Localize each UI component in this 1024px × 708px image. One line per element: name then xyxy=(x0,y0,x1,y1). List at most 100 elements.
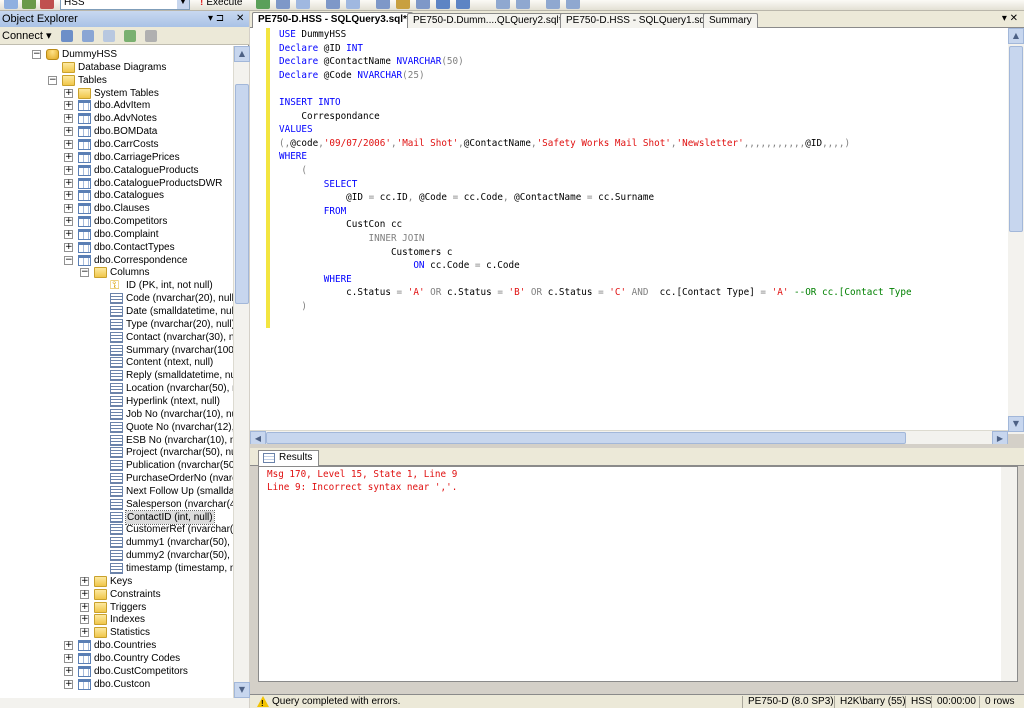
uncomment-icon[interactable] xyxy=(516,0,530,9)
tree-node[interactable]: + dbo.CarriagePrices xyxy=(0,151,233,164)
tree-node[interactable]: PurchaseOrderNo (nvarchar( xyxy=(0,472,233,485)
scroll-right-icon[interactable]: ▶ xyxy=(992,431,1008,445)
results-to-text-icon[interactable] xyxy=(456,0,470,9)
toolbar-icon[interactable] xyxy=(276,0,290,9)
tree-node[interactable]: + dbo.CarrCosts xyxy=(0,138,233,151)
expand-icon[interactable]: + xyxy=(64,165,73,175)
toolbar-icon[interactable] xyxy=(4,0,18,9)
indent-icon[interactable] xyxy=(546,0,560,9)
scrollbar-thumb[interactable] xyxy=(266,432,906,444)
close-icon[interactable]: ✕ xyxy=(236,11,244,27)
results-pane[interactable]: Msg 170, Level 15, State 1, Line 9 Line … xyxy=(258,466,1018,682)
tree-node[interactable]: + dbo.CustCompetitors xyxy=(0,665,233,678)
expand-icon[interactable]: + xyxy=(64,114,73,124)
tree-node[interactable]: + Statistics xyxy=(0,626,233,639)
expand-icon[interactable]: + xyxy=(64,139,73,149)
database-select[interactable]: HSS ▼ xyxy=(60,0,190,10)
expand-icon[interactable]: + xyxy=(64,242,73,252)
tree-node[interactable]: + dbo.ContactTypes xyxy=(0,241,233,254)
scroll-left-icon[interactable]: ◀ xyxy=(250,431,266,445)
disconnect-icon[interactable] xyxy=(81,30,94,43)
tree-node[interactable]: + Indexes xyxy=(0,613,233,626)
toolbar-icon[interactable] xyxy=(396,0,410,9)
tree-node[interactable]: Location (nvarchar(50), null) xyxy=(0,382,233,395)
close-document-icon[interactable]: ▾ ✕ xyxy=(1002,13,1018,24)
tree-node[interactable]: + dbo.BOMData xyxy=(0,125,233,138)
outdent-icon[interactable] xyxy=(566,0,580,9)
tree-node[interactable]: Project (nvarchar(50), null) xyxy=(0,446,233,459)
tree-node[interactable]: dummy1 (nvarchar(50), null) xyxy=(0,536,233,549)
tree-node[interactable]: Reply (smalldatetime, null) xyxy=(0,369,233,382)
toolbar-icon[interactable] xyxy=(22,0,36,9)
tab-sqlquery1[interactable]: PE750-D.HSS - SQLQuery1.sql* xyxy=(560,13,718,28)
tab-results[interactable]: Results xyxy=(258,450,320,466)
collapse-icon[interactable]: − xyxy=(80,268,89,278)
parse-icon[interactable] xyxy=(256,0,270,9)
tree-node[interactable]: Date (smalldatetime, null) xyxy=(0,305,233,318)
stop-icon[interactable] xyxy=(102,30,115,43)
toolbar-icon[interactable] xyxy=(326,0,340,9)
tree-node[interactable]: timestamp (timestamp, null) xyxy=(0,562,233,575)
expand-icon[interactable]: + xyxy=(64,204,73,214)
tree-node[interactable]: + dbo.AdvItem xyxy=(0,99,233,112)
object-explorer-vertical-scrollbar[interactable]: ▲ ▼ xyxy=(233,46,250,698)
tab-sqlquery2[interactable]: PE750-D.Dumm....QLQuery2.sql* xyxy=(407,13,569,28)
expand-icon[interactable]: + xyxy=(80,576,89,586)
pin-icon[interactable]: ▾ ⊐ xyxy=(208,11,224,27)
tree-node[interactable]: Quote No (nvarchar(12), null xyxy=(0,421,233,434)
editor-vertical-scrollbar[interactable]: ▲ ▼ xyxy=(1008,28,1024,434)
tree-node[interactable]: + dbo.Country Codes xyxy=(0,652,233,665)
object-explorer-horizontal-scrollbar[interactable] xyxy=(0,698,249,708)
tree-node[interactable]: dummy2 (nvarchar(50), null) xyxy=(0,549,233,562)
scroll-up-icon[interactable]: ▲ xyxy=(234,46,250,62)
tree-node[interactable]: + dbo.CatalogueProductsDWR xyxy=(0,177,233,190)
expand-icon[interactable]: + xyxy=(64,666,73,676)
tree-node[interactable]: Hyperlink (ntext, null) xyxy=(0,395,233,408)
expand-icon[interactable]: + xyxy=(64,217,73,227)
tree-node[interactable]: ⚿ ID (PK, int, not null) xyxy=(0,279,233,292)
tree-node[interactable]: + dbo.Competitors xyxy=(0,215,233,228)
tree-node[interactable]: Summary (nvarchar(100), nu xyxy=(0,344,233,357)
editor-horizontal-scrollbar[interactable]: ◀ ▶ xyxy=(250,430,1008,445)
expand-icon[interactable]: + xyxy=(64,653,73,663)
filter-icon[interactable] xyxy=(144,30,157,43)
tree-node[interactable]: − dbo.Correspondence xyxy=(0,254,233,267)
expand-icon[interactable]: + xyxy=(64,178,73,188)
connect-button[interactable]: Connect ▾ xyxy=(2,30,52,42)
expand-icon[interactable]: + xyxy=(64,641,73,651)
tree-node[interactable]: Contact (nvarchar(30), null) xyxy=(0,331,233,344)
tree-node[interactable]: + dbo.Complaint xyxy=(0,228,233,241)
tab-sqlquery3[interactable]: PE750-D.HSS - SQLQuery3.sql* xyxy=(252,12,413,28)
tree-node[interactable]: + System Tables xyxy=(0,87,233,100)
tree-node[interactable]: + dbo.Catalogues xyxy=(0,189,233,202)
expand-icon[interactable]: + xyxy=(64,152,73,162)
results-to-grid-icon[interactable] xyxy=(436,0,450,9)
toolbar-icon[interactable] xyxy=(416,0,430,9)
tree-node[interactable]: + Constraints xyxy=(0,588,233,601)
tree-node[interactable]: − DummyHSS xyxy=(0,48,233,61)
connect-icon[interactable] xyxy=(60,30,73,43)
tree-node[interactable]: + Keys xyxy=(0,575,233,588)
toolbar-icon[interactable] xyxy=(296,0,310,9)
expand-icon[interactable]: + xyxy=(64,191,73,201)
scroll-up-icon[interactable]: ▲ xyxy=(1008,28,1024,44)
refresh-icon[interactable] xyxy=(123,30,136,43)
tree-node[interactable]: Next Follow Up (smalldatetim xyxy=(0,485,233,498)
tree-node[interactable]: + dbo.Clauses xyxy=(0,202,233,215)
toolbar-icon[interactable] xyxy=(346,0,360,9)
expand-icon[interactable]: + xyxy=(64,229,73,239)
expand-icon[interactable]: + xyxy=(80,615,89,625)
expand-icon[interactable]: + xyxy=(80,628,89,638)
query-editor[interactable]: USE DummyHSS Declare @ID INT Declare @Cont… xyxy=(250,28,1024,434)
expand-icon[interactable]: + xyxy=(64,101,73,111)
tree-node[interactable]: Content (ntext, null) xyxy=(0,356,233,369)
tab-summary[interactable]: Summary xyxy=(703,13,758,28)
sql-code[interactable]: USE DummyHSS Declare @ID INT Declare @Cont… xyxy=(279,28,1024,313)
tree-node[interactable]: + dbo.Custcon xyxy=(0,678,233,691)
expand-icon[interactable]: + xyxy=(64,679,73,689)
expand-icon[interactable]: + xyxy=(64,127,73,137)
tree-node[interactable]: Code (nvarchar(20), null) xyxy=(0,292,233,305)
toolbar-icon[interactable] xyxy=(376,0,390,9)
tree-node[interactable]: Type (nvarchar(20), null) xyxy=(0,318,233,331)
collapse-icon[interactable]: − xyxy=(48,75,57,85)
